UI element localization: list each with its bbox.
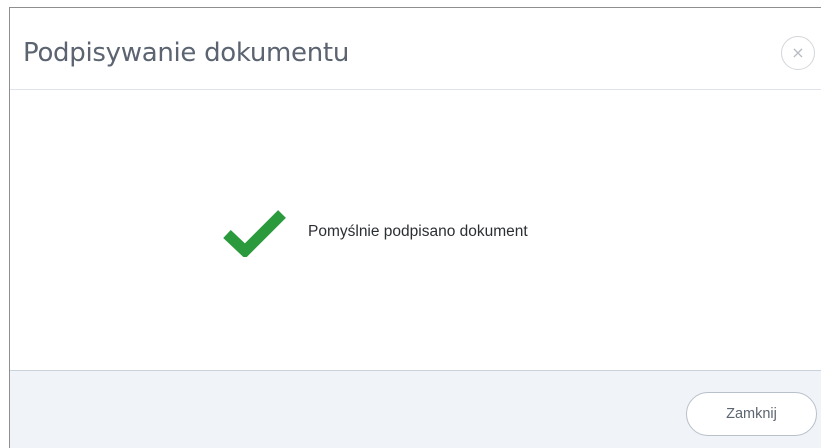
success-status: Pomyślnie podpisano dokument — [222, 207, 528, 257]
dialog-footer: Zamknij — [10, 370, 821, 448]
dialog-header: Podpisywanie dokumentu × — [10, 8, 821, 90]
close-icon: × — [791, 43, 805, 62]
close-dialog-button[interactable]: × — [781, 36, 815, 70]
dialog-body: Pomyślnie podpisano dokument — [10, 90, 821, 370]
dialog-title: Podpisywanie dokumentu — [23, 38, 350, 68]
checkmark-icon — [223, 210, 286, 257]
success-message: Pomyślnie podpisano dokument — [308, 223, 528, 240]
sign-document-dialog: Podpisywanie dokumentu × Pomyślnie podpi… — [9, 7, 821, 448]
close-button[interactable]: Zamknij — [686, 392, 817, 436]
